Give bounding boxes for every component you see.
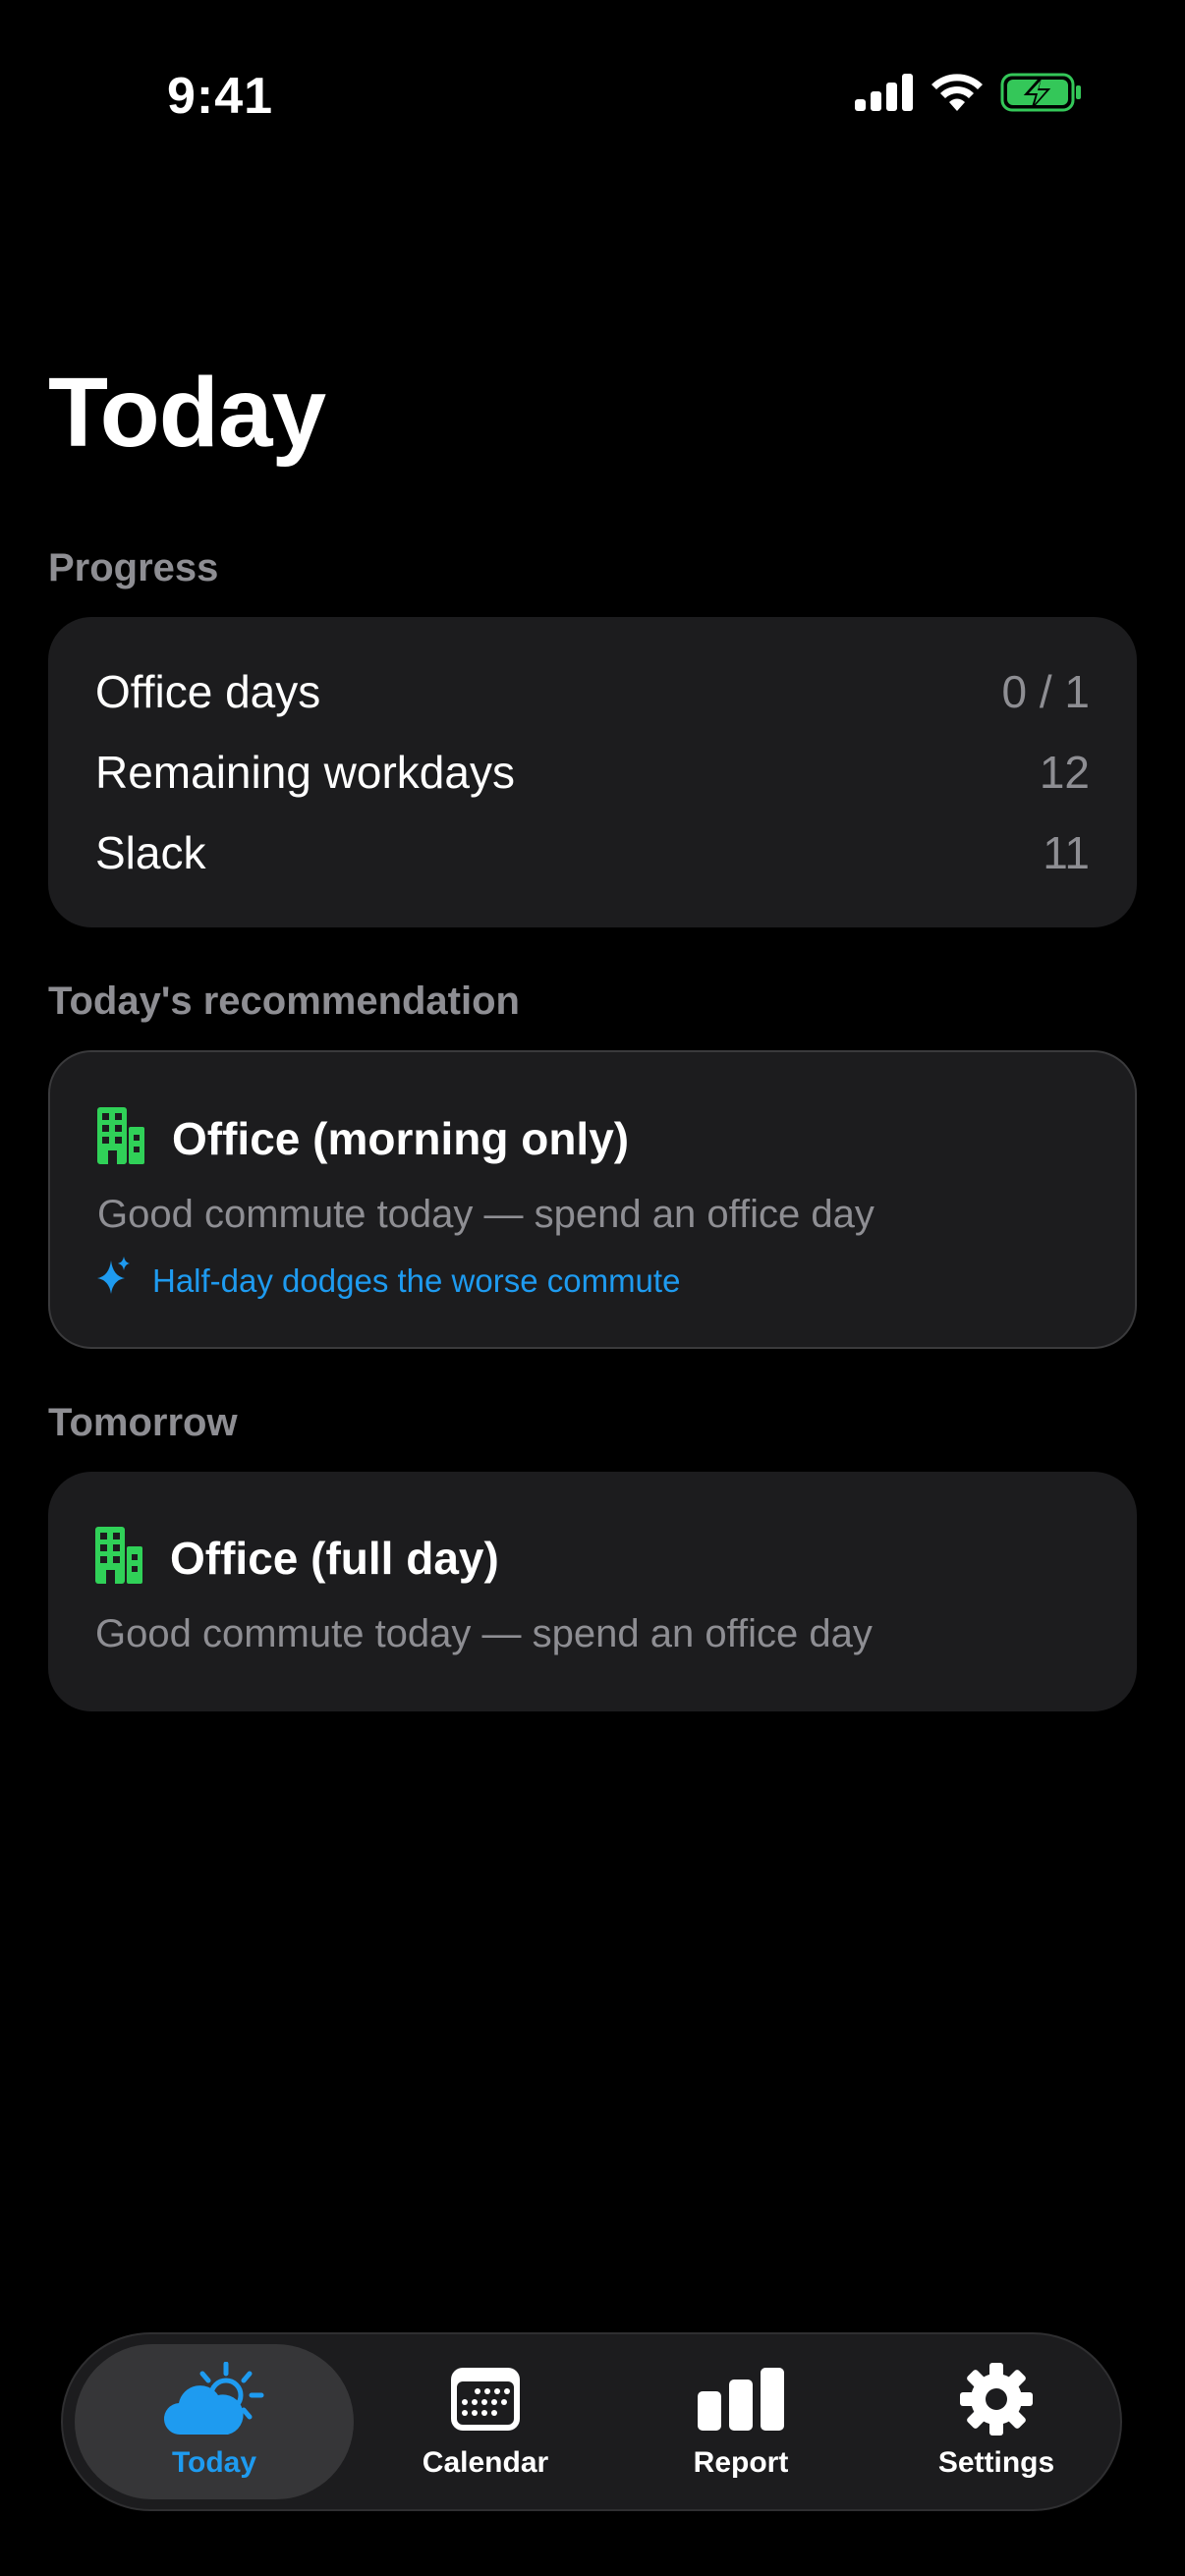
progress-row-slack: Slack 11 xyxy=(95,823,1090,882)
progress-header: Progress xyxy=(48,546,219,589)
tab-label: Settings xyxy=(937,2446,1055,2479)
battery-charging-icon xyxy=(1000,73,1083,117)
tomorrow-title: Office (full day) xyxy=(170,1532,499,1584)
tomorrow-card[interactable]: Office (full day) Good commute today — s… xyxy=(48,1472,1137,1711)
cellular-signal-icon xyxy=(855,74,914,116)
tab-bar: Today Calendar Report Settings xyxy=(61,2332,1122,2511)
status-icons xyxy=(855,73,1083,117)
progress-row-office-days: Office days 0 / 1 xyxy=(95,662,1090,721)
tomorrow-header: Tomorrow xyxy=(48,1401,238,1444)
tab-label: Report xyxy=(693,2446,789,2479)
tab-settings[interactable]: Settings xyxy=(888,2344,1104,2499)
tab-label: Calendar xyxy=(422,2446,549,2479)
bar-chart-icon xyxy=(698,2362,784,2436)
tab-today[interactable]: Today xyxy=(75,2344,354,2499)
partly-cloudy-icon xyxy=(163,2362,265,2436)
progress-row-remaining-workdays: Remaining workdays 12 xyxy=(95,743,1090,802)
calendar-icon xyxy=(451,2362,520,2436)
progress-label: Remaining workdays xyxy=(95,747,515,798)
tab-label: Today xyxy=(171,2446,257,2479)
recommendation-card[interactable]: Office (morning only) Good commute today… xyxy=(48,1050,1137,1349)
recommendation-title: Office (morning only) xyxy=(172,1112,630,1164)
progress-value: 11 xyxy=(1043,827,1090,878)
status-time: 9:41 xyxy=(167,68,274,125)
progress-label: Office days xyxy=(95,666,321,717)
progress-label: Slack xyxy=(95,827,206,878)
recommendation-hint-text: Half-day dodges the worse commute xyxy=(152,1261,681,1299)
tomorrow-subtitle: Good commute today — spend an office day xyxy=(95,1612,873,1655)
wifi-icon xyxy=(931,74,983,116)
gear-icon xyxy=(960,2362,1033,2436)
sparkle-icon xyxy=(97,1257,131,1305)
progress-card: Office days 0 / 1 Remaining workdays 12 … xyxy=(48,617,1137,927)
office-building-icon xyxy=(97,1107,144,1169)
page-title: Today xyxy=(48,358,326,468)
recommendation-header: Today's recommendation xyxy=(48,980,520,1023)
recommendation-subtitle: Good commute today — spend an office day xyxy=(97,1193,875,1236)
office-building-icon xyxy=(95,1527,142,1589)
tab-calendar[interactable]: Calendar xyxy=(377,2344,593,2499)
tab-report[interactable]: Report xyxy=(633,2344,849,2499)
recommendation-heading: Office (morning only) xyxy=(97,1107,629,1169)
progress-value: 0 / 1 xyxy=(1001,666,1090,717)
progress-value: 12 xyxy=(1039,747,1090,798)
tomorrow-heading: Office (full day) xyxy=(95,1527,499,1589)
recommendation-hint: Half-day dodges the worse commute xyxy=(97,1257,680,1305)
